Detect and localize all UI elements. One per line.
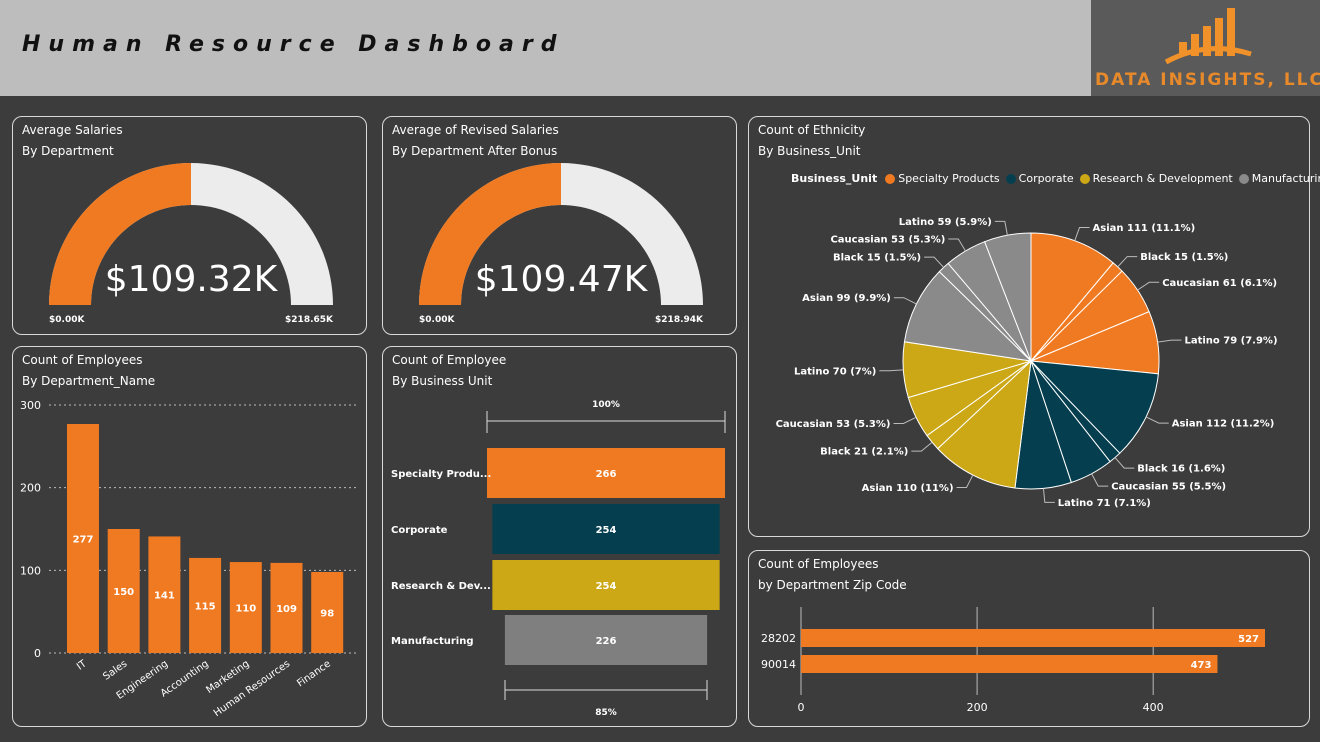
funnel-top-bracket xyxy=(486,411,726,433)
leader-line xyxy=(893,416,917,424)
leader-line xyxy=(948,238,966,252)
zip-code-bar-chart: 0 200 400 527 28202 473 90014 xyxy=(761,607,1265,714)
dashboard-title: Human Resource Dashboard xyxy=(22,32,565,57)
pie-data-label: Asian 111 (11.1%) xyxy=(1093,223,1196,234)
pie-data-label: Black 21 (2.1%) xyxy=(820,447,908,458)
pie-data-label: Caucasian 55 (5.5%) xyxy=(1111,482,1226,493)
leader-line xyxy=(1074,227,1090,241)
y-tick-label: 200 xyxy=(20,482,41,495)
bar-value-label: 110 xyxy=(235,604,256,615)
chart-card-employee-by-business-unit[interactable]: Count of Employee By Business Unit 100% … xyxy=(382,346,737,727)
gauge-min-label: $0.00K xyxy=(419,315,455,325)
bar[interactable] xyxy=(801,655,1218,673)
logo-text: DATA INSIGHTS, LLC. xyxy=(1095,70,1320,90)
funnel-bottom-bracket xyxy=(504,680,708,700)
funnel-category-label: Specialty Produ... xyxy=(391,469,491,480)
header-bar: Human Resource Dashboard DATA INSIGHTS, … xyxy=(0,0,1320,96)
pie-data-label: Latino 70 (7%) xyxy=(794,366,876,377)
leader-line xyxy=(994,220,1008,236)
leader-line xyxy=(879,369,904,372)
funnel-category-label: Manufacturing xyxy=(391,636,474,647)
bar-value-label: 141 xyxy=(154,591,175,602)
pie-data-label: Caucasian 53 (5.3%) xyxy=(776,419,891,430)
y-tick-label: 300 xyxy=(20,399,41,412)
funnel-top-label: 100% xyxy=(592,400,620,410)
bar-value-label: 115 xyxy=(195,601,216,612)
pie-data-label: Caucasian 61 (6.1%) xyxy=(1162,278,1277,289)
chart-card-ethnicity-by-business-unit[interactable]: Count of Ethnicity By Business_Unit Busi… xyxy=(748,116,1320,537)
x-tick-label: 400 xyxy=(1143,701,1164,714)
gauge-value-label: $109.47K xyxy=(475,259,649,300)
leader-line xyxy=(1157,339,1182,343)
y-category-label: 90014 xyxy=(761,658,796,671)
bar[interactable] xyxy=(801,629,1265,647)
pie-data-label: Black 16 (1.6%) xyxy=(1137,464,1225,475)
leader-line xyxy=(911,441,933,452)
bar-value-label: 98 xyxy=(320,608,334,619)
gauge-card-revised-salaries[interactable]: Average of Revised Salaries By Departmen… xyxy=(382,116,737,335)
pie-data-label: Caucasian 53 (5.3%) xyxy=(830,235,945,246)
bar-value-label: 527 xyxy=(1238,634,1259,645)
company-logo: DATA INSIGHTS, LLC. xyxy=(1091,0,1320,96)
pie-data-label: Black 15 (1.5%) xyxy=(1140,252,1228,263)
leader-line xyxy=(1137,281,1160,291)
pie-data-label: Asian 110 (11%) xyxy=(862,483,954,494)
funnel-bottom-label: 85% xyxy=(595,708,617,718)
department-bar-chart: 0100200300277IT150Sales141Engineering115… xyxy=(20,399,357,719)
gauge-card-average-salaries[interactable]: Average Salaries By Department $109.32K … xyxy=(12,116,367,335)
leader-line xyxy=(1145,416,1169,424)
leader-line xyxy=(893,297,917,305)
pie-data-label: Black 15 (1.5%) xyxy=(833,253,921,264)
bar-value-label: 277 xyxy=(73,535,94,546)
pie-data-label: Asian 112 (11.2%) xyxy=(1172,419,1275,430)
x-tick-label: Human Resources xyxy=(212,658,292,719)
funnel-category-label: Research & Dev... xyxy=(391,581,491,592)
gauge-min-label: $0.00K xyxy=(49,315,85,325)
pie-data-label: Latino 79 (7.9%) xyxy=(1184,336,1277,347)
funnel-category-label: Corporate xyxy=(391,525,448,536)
gauge-max-label: $218.65K xyxy=(285,315,334,325)
gauge-max-label: $218.94K xyxy=(655,315,704,325)
leader-line xyxy=(1042,488,1055,503)
pie-data-label: Asian 99 (9.9%) xyxy=(802,293,891,304)
leader-line xyxy=(1091,473,1109,487)
leader-line xyxy=(956,474,974,489)
leader-line xyxy=(1117,256,1138,268)
y-category-label: 28202 xyxy=(761,632,796,645)
y-tick-label: 0 xyxy=(34,647,41,660)
x-tick-label: 200 xyxy=(967,701,988,714)
pie-data-label: Latino 59 (5.9%) xyxy=(899,217,992,228)
chart-card-employees-by-zip[interactable]: Count of Employees by Department Zip Cod… xyxy=(748,550,1310,727)
chart-card-employees-by-department[interactable]: Count of Employees By Department_Name 01… xyxy=(12,346,367,727)
x-tick-label: Sales xyxy=(101,658,129,682)
x-tick-label: IT xyxy=(75,658,89,673)
y-tick-label: 100 xyxy=(20,564,41,577)
leader-line xyxy=(924,256,945,268)
funnel-value-label: 226 xyxy=(596,636,617,647)
leader-line xyxy=(1114,457,1135,469)
funnel-value-label: 254 xyxy=(596,525,617,536)
funnel-value-label: 266 xyxy=(596,469,617,480)
gauge-value-label: $109.32K xyxy=(105,259,279,300)
pie-data-label: Latino 71 (7.1%) xyxy=(1058,498,1151,509)
business-unit-funnel-chart: 100% 85% 266 Specialty Produ... 254 Corpora… xyxy=(391,400,726,718)
x-tick-label: Finance xyxy=(295,658,333,689)
bar-value-label: 473 xyxy=(1191,660,1212,671)
ethnicity-pie-chart: Asian 111 (11.1%) Black 15 (1.5%) Caucasia… xyxy=(776,217,1278,509)
x-tick-label: 0 xyxy=(798,701,805,714)
bar-value-label: 150 xyxy=(113,587,134,598)
bar-value-label: 109 xyxy=(276,604,297,615)
funnel-value-label: 254 xyxy=(596,581,617,592)
